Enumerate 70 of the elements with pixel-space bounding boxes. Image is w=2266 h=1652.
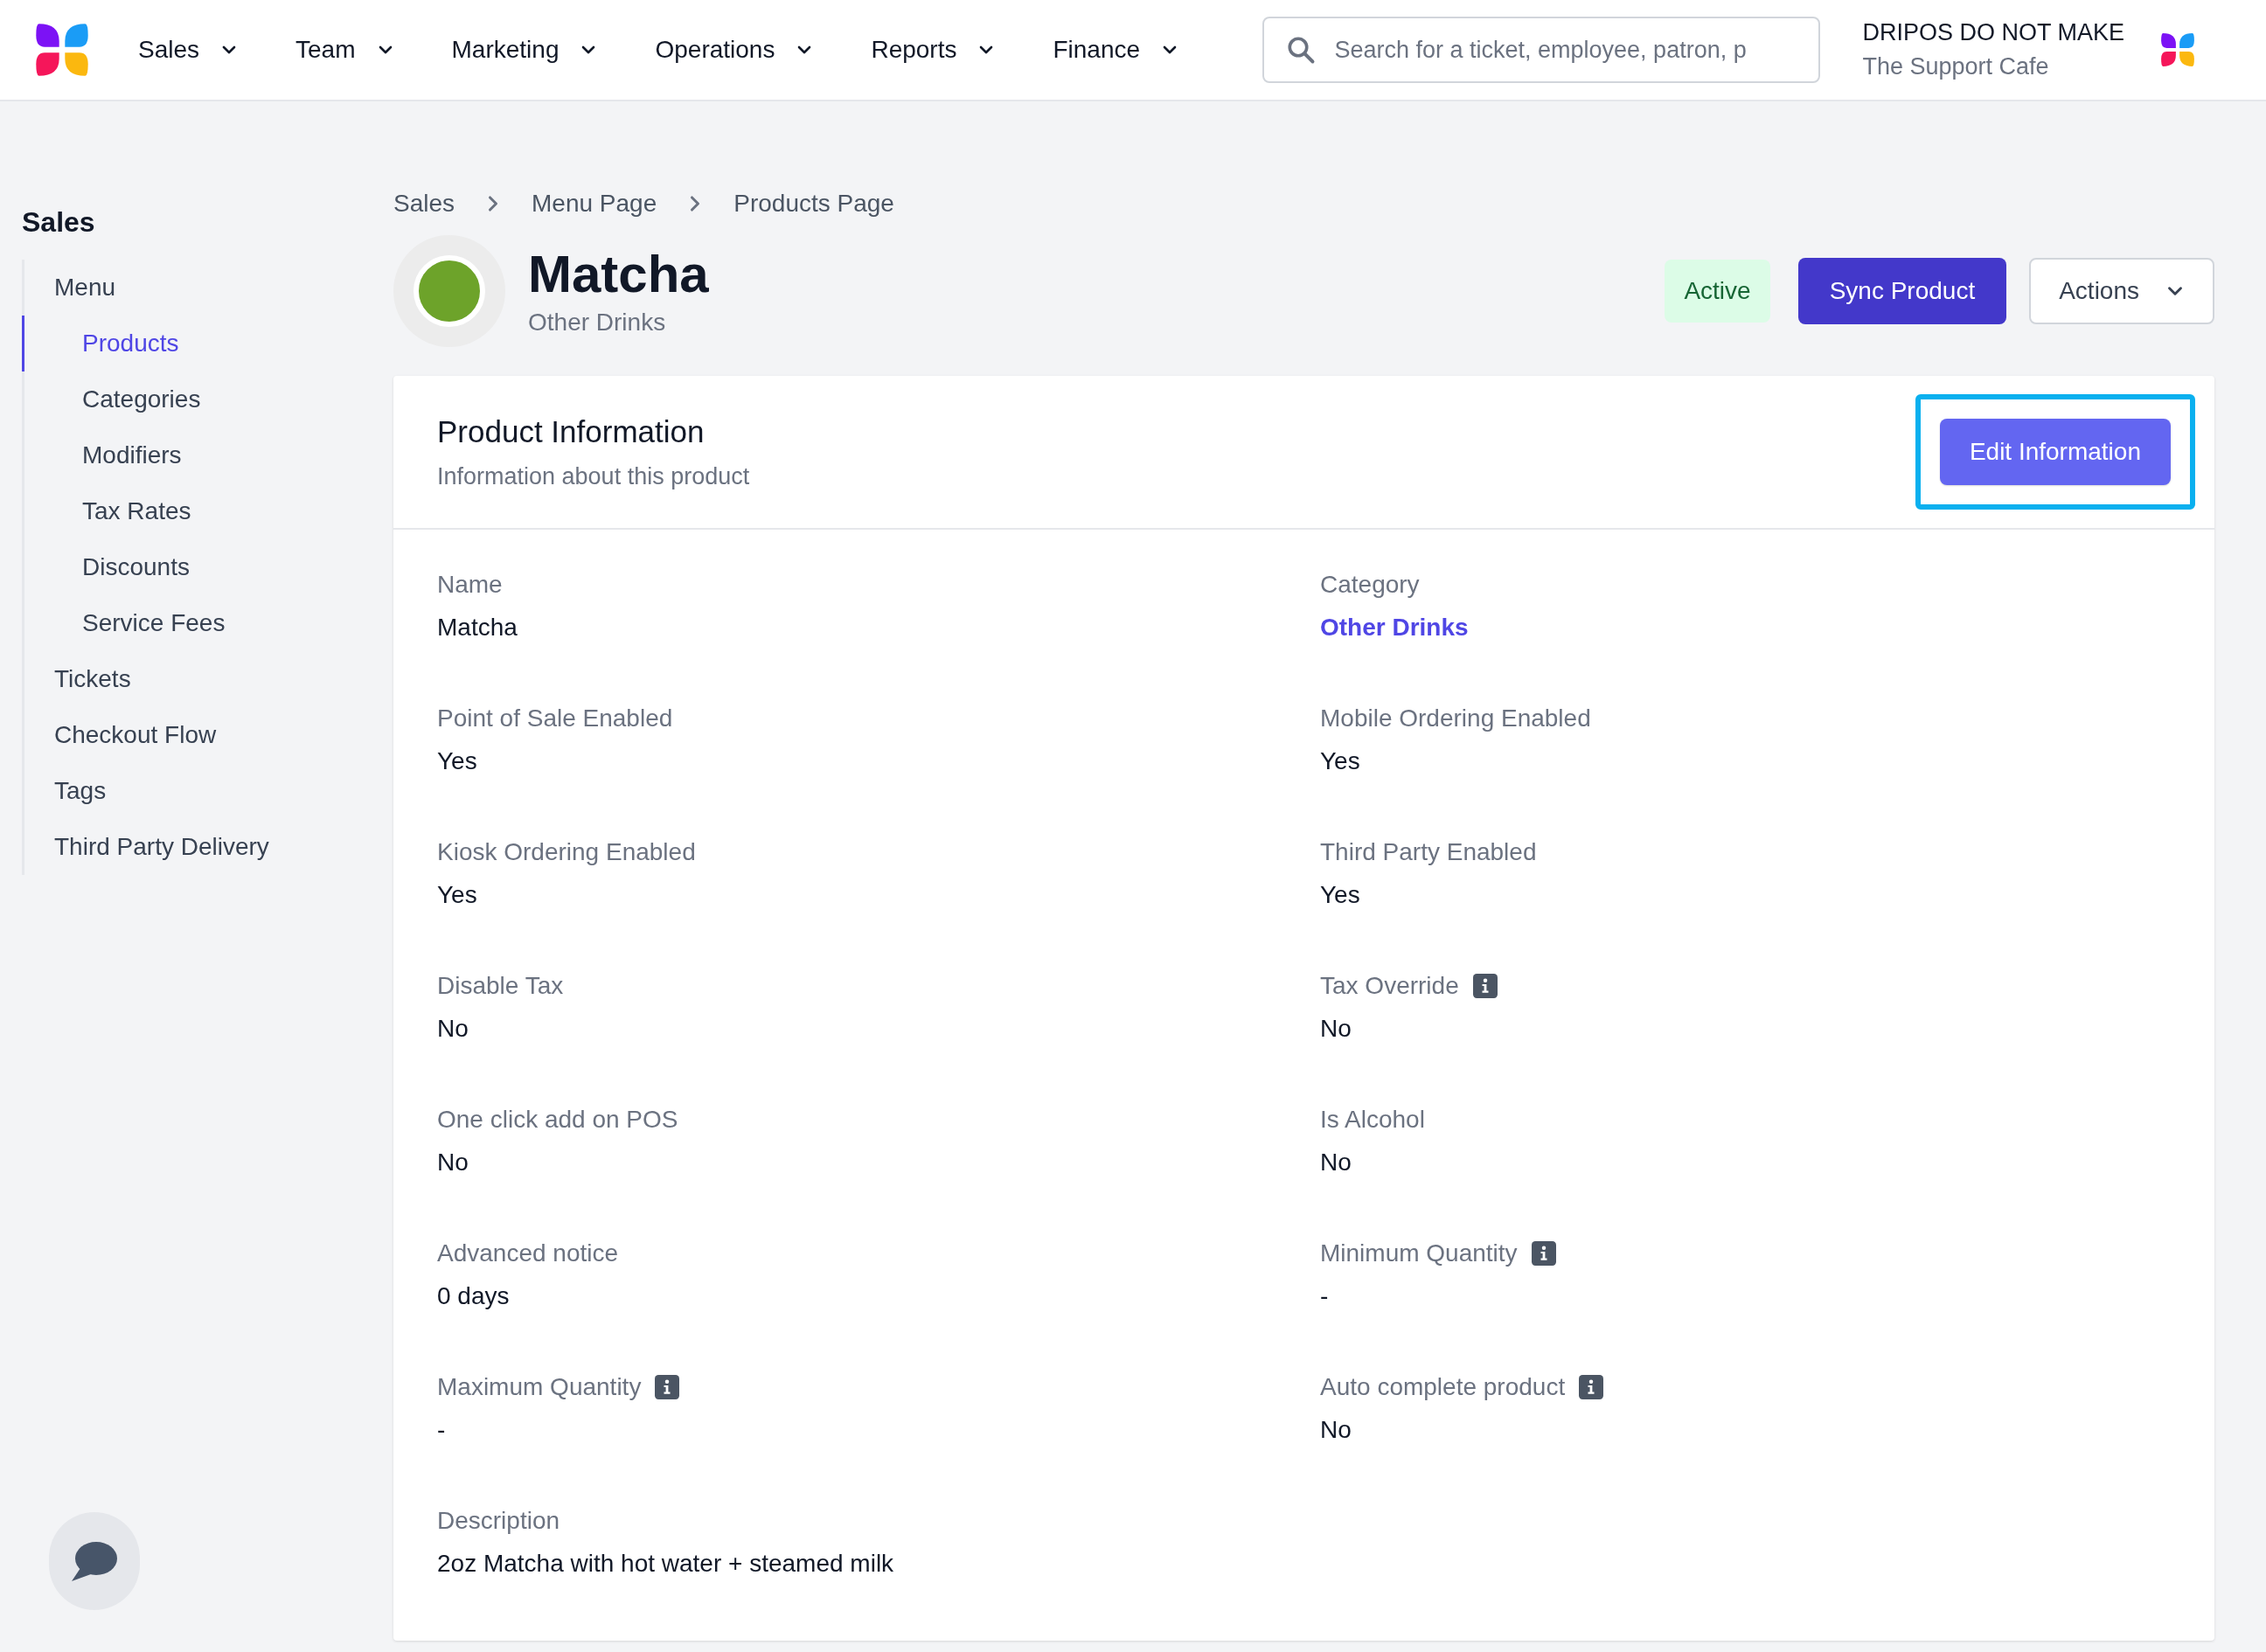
- breadcrumb-link[interactable]: Menu Page: [532, 190, 657, 218]
- field-label: Auto complete product: [1320, 1373, 1566, 1401]
- field-value: Yes: [437, 747, 478, 775]
- field-value: 2oz Matcha with hot water + steamed milk: [437, 1550, 895, 1578]
- field-label: Kiosk Ordering Enabled: [437, 838, 696, 866]
- nav-menu[interactable]: Reports: [862, 36, 1015, 64]
- field-label: Third Party Enabled: [1320, 838, 1537, 866]
- field-value: Yes: [1320, 881, 1361, 909]
- sidebar-item[interactable]: Categories: [22, 371, 206, 427]
- info-icon[interactable]: [1531, 1241, 1556, 1266]
- nav-menu[interactable]: Marketing: [442, 36, 617, 64]
- info-icon[interactable]: [655, 1375, 680, 1399]
- sidebar-item[interactable]: Products: [22, 316, 184, 371]
- sidebar-item[interactable]: Tax Rates: [22, 483, 197, 539]
- field-value: No: [1320, 1416, 1352, 1444]
- field-value: Yes: [437, 881, 478, 909]
- field-value: 0 days: [437, 1282, 511, 1310]
- field-value: No: [437, 1149, 469, 1177]
- chat-bubble-icon: [70, 1539, 119, 1583]
- card-title: Product Information: [437, 413, 706, 449]
- field-label: Maximum Quantity: [437, 1373, 642, 1401]
- field-label: Tax Override: [1320, 972, 1459, 1000]
- field-value: Yes: [1320, 747, 1361, 775]
- category-link[interactable]: Other Drinks: [1320, 614, 2171, 642]
- logo-icon: [2159, 31, 2196, 68]
- sidebar-item[interactable]: Checkout Flow: [22, 707, 222, 763]
- field-label: One click add on POS: [437, 1106, 678, 1134]
- search-field[interactable]: Search for a ticket, employee, patron, p: [1262, 17, 1821, 83]
- field-label: Category: [1320, 571, 1420, 599]
- field-label: Disable Tax: [437, 972, 564, 1000]
- field-value: No: [437, 1015, 469, 1043]
- product-category: Other Drinks: [528, 309, 667, 337]
- sidebar-item[interactable]: Tags: [22, 763, 112, 819]
- field-value: Matcha: [437, 614, 518, 642]
- nav-menu[interactable]: Finance: [1044, 36, 1199, 64]
- field-label: Advanced notice: [437, 1239, 619, 1267]
- field-label: Mobile Ordering Enabled: [1320, 705, 1591, 732]
- sidebar-title: Sales: [22, 206, 96, 239]
- sidebar-item[interactable]: Third Party Delivery: [22, 819, 275, 875]
- nav-menu[interactable]: Team: [287, 36, 414, 64]
- field-label: Name: [437, 571, 503, 599]
- field-label: Is Alcohol: [1320, 1106, 1425, 1134]
- actions-dropdown[interactable]: Actions: [2029, 258, 2214, 324]
- info-icon[interactable]: [1579, 1375, 1604, 1399]
- edit-information-button[interactable]: Edit Information: [1939, 419, 2171, 485]
- product-title: Matcha: [528, 246, 709, 303]
- info-icon[interactable]: [1472, 974, 1498, 998]
- field-label: Description: [437, 1507, 560, 1535]
- sidebar-item[interactable]: Service Fees: [22, 595, 231, 651]
- field-label: Point of Sale Enabled: [437, 705, 673, 732]
- breadcrumb-link[interactable]: Sales: [393, 190, 455, 218]
- search-icon: [1285, 34, 1317, 66]
- card-description: Information about this product: [437, 462, 750, 490]
- breadcrumb-link[interactable]: Products Page: [733, 190, 894, 218]
- sidebar-item[interactable]: Menu: [22, 260, 122, 316]
- status-badge: Active: [1665, 260, 1770, 323]
- field-label: Minimum Quantity: [1320, 1239, 1518, 1267]
- sidebar-item[interactable]: Discounts: [22, 539, 195, 595]
- field-value: -: [1320, 1282, 1330, 1310]
- sync-product-button[interactable]: Sync Product: [1797, 258, 2007, 324]
- account-name[interactable]: DRIPOS DO NOT MAKE: [1862, 19, 2124, 46]
- location-name[interactable]: The Support Cafe: [1862, 53, 2124, 80]
- sidebar-item[interactable]: Modifiers: [22, 427, 187, 483]
- nav-menu[interactable]: Sales: [129, 36, 258, 64]
- field-value: -: [437, 1416, 447, 1444]
- field-value: No: [1320, 1149, 1352, 1177]
- logo-icon: [33, 21, 91, 79]
- field-value: No: [1320, 1015, 1352, 1043]
- nav-menu[interactable]: Operations: [646, 36, 833, 64]
- sidebar-item[interactable]: Tickets: [22, 651, 136, 707]
